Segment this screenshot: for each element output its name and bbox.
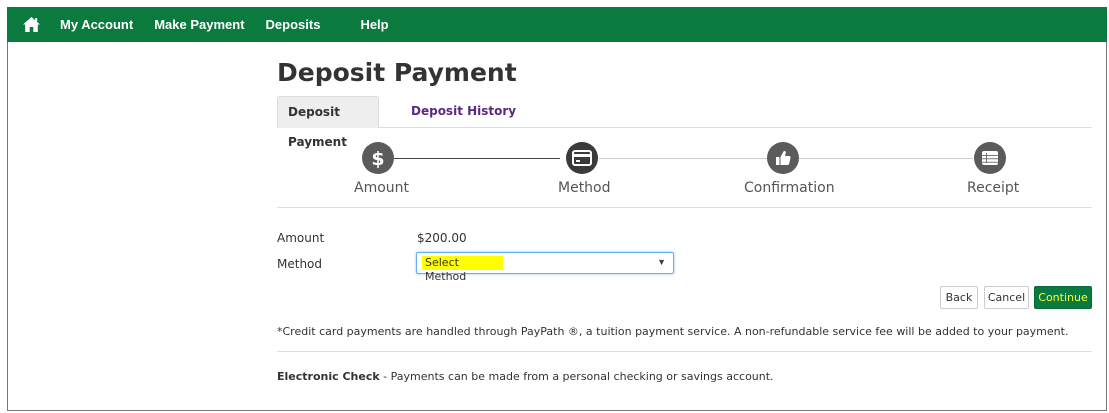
step-connector-1 — [394, 158, 560, 159]
amount-label: Amount — [277, 231, 325, 245]
dollar-icon: $ — [362, 142, 394, 174]
top-navbar: My Account Make Payment Deposits Help — [7, 7, 1107, 42]
page-title: Deposit Payment — [277, 58, 517, 87]
electronic-check-text: - Payments can be made from a personal c… — [379, 370, 774, 383]
nav-deposits[interactable]: Deposits — [266, 17, 321, 32]
nav-make-payment[interactable]: Make Payment — [154, 17, 244, 32]
step-label-amount: Amount — [354, 180, 410, 196]
step-connector-2 — [599, 158, 767, 159]
nav-help[interactable]: Help — [360, 17, 388, 32]
back-button[interactable]: Back — [940, 286, 978, 309]
nav-my-account[interactable]: My Account — [60, 17, 133, 32]
method-label: Method — [277, 257, 323, 271]
tab-bar: Deposit Payment Deposit History — [277, 96, 1092, 149]
continue-button[interactable]: Continue — [1034, 286, 1092, 309]
dropdown-caret-icon: ▼ — [657, 257, 666, 267]
cancel-button[interactable]: Cancel — [984, 286, 1029, 309]
progress-steps: $ Amount Method Confirmation Receipt — [277, 128, 1092, 208]
section-divider — [277, 351, 1092, 352]
step-connector-3 — [799, 158, 973, 159]
tab-deposit-history[interactable]: Deposit History — [401, 96, 526, 126]
credit-card-note: *Credit card payments are handled throug… — [277, 325, 1069, 338]
thumbs-up-icon — [767, 142, 799, 174]
home-icon[interactable] — [23, 16, 40, 33]
list-icon — [974, 142, 1006, 174]
step-label-confirmation: Confirmation — [744, 180, 835, 196]
step-label-method: Method — [558, 180, 611, 196]
method-select[interactable]: Select Method ▼ — [416, 252, 674, 283]
method-select-value: Select Method — [422, 256, 503, 283]
svg-text:$: $ — [371, 148, 384, 169]
electronic-check-title: Electronic Check — [277, 370, 380, 383]
amount-value: $200.00 — [417, 231, 467, 245]
credit-card-icon — [566, 142, 598, 174]
electronic-check-note: Electronic Check - Payments can be made … — [277, 370, 774, 383]
step-label-receipt: Receipt — [967, 180, 1020, 196]
tab-deposit-payment[interactable]: Deposit Payment — [277, 96, 379, 149]
